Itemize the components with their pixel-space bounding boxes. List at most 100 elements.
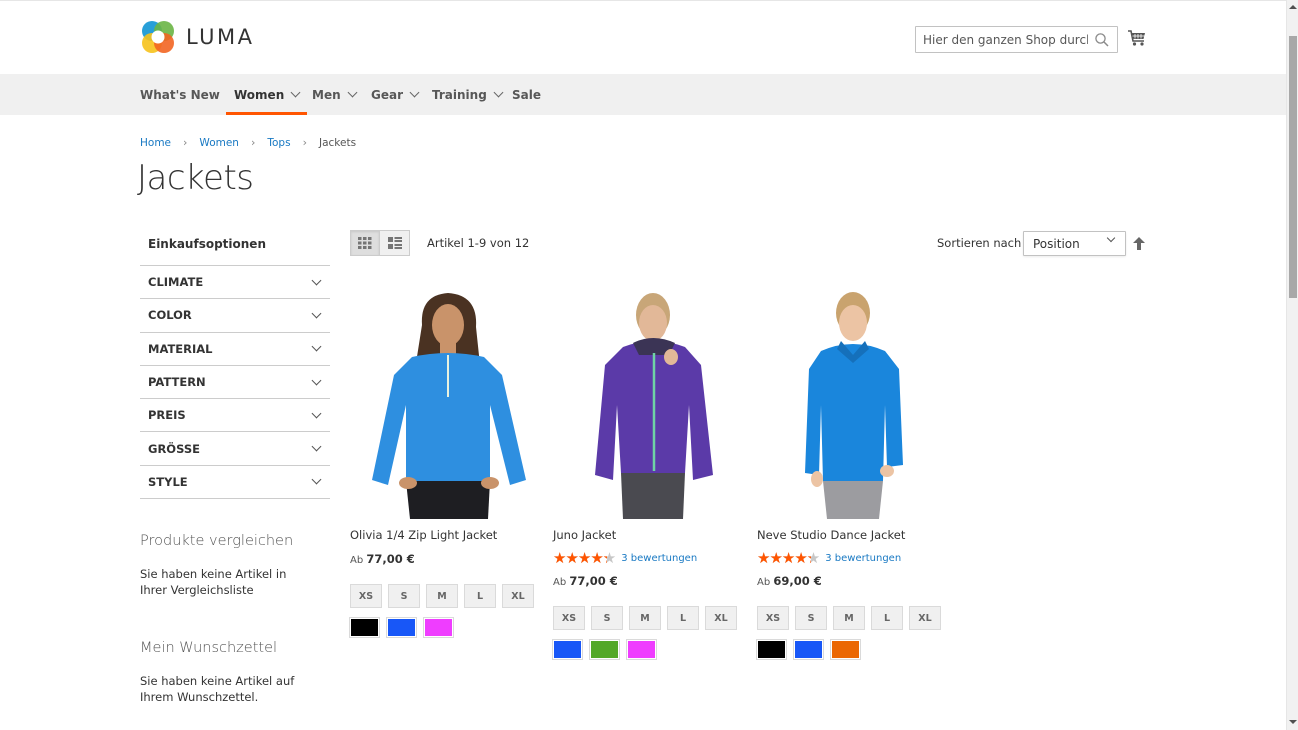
filter-label: CLIMATE	[148, 275, 204, 290]
scrollbar-thumb[interactable]	[1289, 36, 1297, 298]
list-icon	[387, 237, 402, 249]
filter-label: STYLE	[148, 474, 188, 489]
color-swatch[interactable]	[386, 617, 417, 638]
nav-item-label: Training	[432, 87, 487, 102]
search-input[interactable]	[916, 32, 1088, 47]
color-swatch[interactable]	[830, 639, 861, 660]
filter-material[interactable]: MATERIAL	[140, 333, 330, 366]
color-swatch[interactable]	[626, 639, 657, 660]
shopping-options-title: Einkaufsoptionen	[140, 226, 330, 266]
main-navigation: What's New Women Men Gear Training Sale	[0, 74, 1286, 115]
size-option[interactable]: XL	[705, 606, 737, 630]
star-icons-filled: ★★★★★	[553, 550, 607, 566]
size-option[interactable]: M	[833, 606, 865, 630]
compare-products-title: Produkte vergleichen	[140, 533, 294, 550]
nav-item-whats-new[interactable]: What's New	[140, 74, 220, 115]
filter-size[interactable]: GRÖSSE	[140, 432, 330, 466]
size-option[interactable]: XS	[757, 606, 789, 630]
chevron-down-icon	[409, 87, 420, 98]
color-options	[756, 639, 947, 660]
size-options: XS S M L XL	[757, 606, 947, 634]
price-value: 77,00 €	[569, 574, 618, 588]
arrow-up-icon[interactable]	[1133, 237, 1145, 250]
breadcrumb-home[interactable]: Home	[140, 137, 171, 149]
view-mode-switcher	[350, 230, 410, 256]
grid-icon	[358, 237, 372, 249]
page-title: Jackets	[137, 158, 254, 198]
chevron-down-icon	[493, 87, 504, 98]
product-image[interactable]	[350, 285, 540, 519]
product-rating: ★★★★★ ★★★★★ 3 bewertungen	[757, 550, 947, 566]
size-option[interactable]: S	[591, 606, 623, 630]
color-swatch[interactable]	[349, 617, 380, 638]
search-icon[interactable]	[1094, 32, 1110, 48]
nav-item-gear[interactable]: Gear	[371, 74, 420, 115]
color-swatch[interactable]	[589, 639, 620, 660]
sidebar: Einkaufsoptionen CLIMATE COLOR MATERIAL …	[140, 226, 330, 705]
size-option[interactable]: S	[795, 606, 827, 630]
filter-label: MATERIAL	[148, 341, 213, 356]
nav-item-sale[interactable]: Sale	[512, 74, 541, 115]
product-image[interactable]	[757, 285, 947, 519]
breadcrumb-tops[interactable]: Tops	[267, 137, 290, 149]
product-price: Ab 69,00 €	[757, 574, 947, 590]
list-view-button[interactable]	[380, 230, 410, 256]
product-name[interactable]: Neve Studio Dance Jacket	[757, 528, 947, 544]
price-prefix: Ab	[757, 577, 771, 588]
product-rating: ★★★★★ ★★★★★ 3 bewertungen	[553, 550, 743, 566]
product-name[interactable]: Olivia 1/4 Zip Light Jacket	[350, 528, 540, 544]
shopping-cart-icon[interactable]	[1127, 28, 1147, 48]
chevron-down-icon	[311, 441, 322, 452]
size-option[interactable]: XS	[350, 584, 382, 608]
nav-item-men[interactable]: Men	[312, 74, 358, 115]
reviews-link[interactable]: 3 bewertungen	[621, 553, 697, 564]
color-swatch[interactable]	[423, 617, 454, 638]
breadcrumb-women[interactable]: Women	[199, 137, 239, 149]
product-item: Juno Jacket ★★★★★ ★★★★★ 3 bewertungen Ab…	[552, 285, 743, 660]
filter-color[interactable]: COLOR	[140, 299, 330, 333]
rating-stars: ★★★★★ ★★★★★	[757, 550, 820, 566]
nav-item-training[interactable]: Training	[432, 74, 504, 115]
filter-price[interactable]: PREIS	[140, 399, 330, 433]
scroll-up-arrow-icon[interactable]	[1289, 5, 1297, 9]
nav-item-label: Gear	[371, 87, 404, 102]
size-option[interactable]: M	[426, 584, 458, 608]
nav-item-women[interactable]: Women	[225, 74, 308, 115]
product-name[interactable]: Juno Jacket	[553, 528, 743, 544]
size-option[interactable]: XL	[502, 584, 534, 608]
logo[interactable]: LUMA	[140, 19, 255, 55]
size-option[interactable]: S	[388, 584, 420, 608]
chevron-down-icon	[1106, 233, 1116, 243]
size-option[interactable]: L	[667, 606, 699, 630]
size-option[interactable]: XL	[909, 606, 941, 630]
color-swatch[interactable]	[756, 639, 787, 660]
vertical-scrollbar[interactable]	[1286, 0, 1298, 730]
size-option[interactable]: M	[629, 606, 661, 630]
size-option[interactable]: XS	[553, 606, 585, 630]
rating-stars: ★★★★★ ★★★★★	[553, 550, 616, 566]
breadcrumb-separator: ›	[250, 136, 256, 149]
scroll-down-arrow-icon[interactable]	[1289, 720, 1297, 724]
color-swatch[interactable]	[793, 639, 824, 660]
nav-item-label: Women	[234, 87, 285, 102]
product-photo-juno	[595, 293, 713, 519]
sort-select[interactable]: Position	[1023, 231, 1126, 256]
filter-climate[interactable]: CLIMATE	[140, 266, 330, 300]
grid-view-button[interactable]	[350, 230, 380, 256]
product-image[interactable]	[553, 285, 743, 519]
product-photo-olivia	[372, 293, 526, 519]
size-option[interactable]: L	[871, 606, 903, 630]
toolbar-amount: Artikel 1-9 von 12	[427, 236, 530, 250]
luma-logo-icon	[142, 21, 174, 53]
nav-item-label: What's New	[140, 87, 220, 102]
filter-style[interactable]: STYLE	[140, 466, 330, 500]
logo-text: LUMA	[186, 25, 255, 49]
filter-pattern[interactable]: PATTERN	[140, 366, 330, 400]
product-item: Neve Studio Dance Jacket ★★★★★ ★★★★★ 3 b…	[756, 285, 947, 660]
color-swatch[interactable]	[552, 639, 583, 660]
size-option[interactable]: L	[464, 584, 496, 608]
reviews-link[interactable]: 3 bewertungen	[825, 553, 901, 564]
search-box	[915, 26, 1118, 53]
chevron-down-icon	[311, 375, 322, 385]
breadcrumb-separator: ›	[183, 136, 188, 149]
